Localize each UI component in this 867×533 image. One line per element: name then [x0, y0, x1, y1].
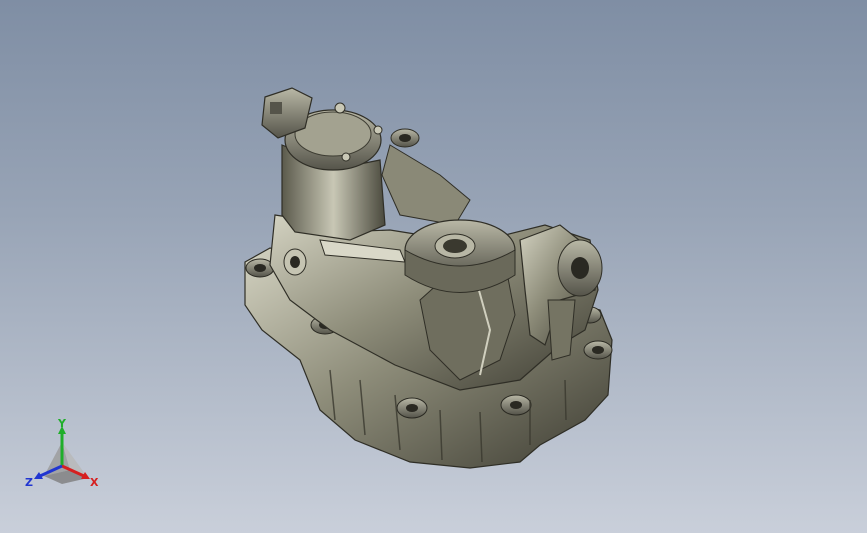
orientation-triad: Y X Z	[25, 418, 99, 489]
y-axis-label: Y	[57, 418, 67, 430]
x-axis-label: X	[90, 476, 99, 489]
3d-model-housing[interactable]	[0, 0, 867, 533]
z-axis-label: Z	[25, 476, 33, 489]
graphics-viewport[interactable]: Y X Z	[0, 0, 867, 533]
